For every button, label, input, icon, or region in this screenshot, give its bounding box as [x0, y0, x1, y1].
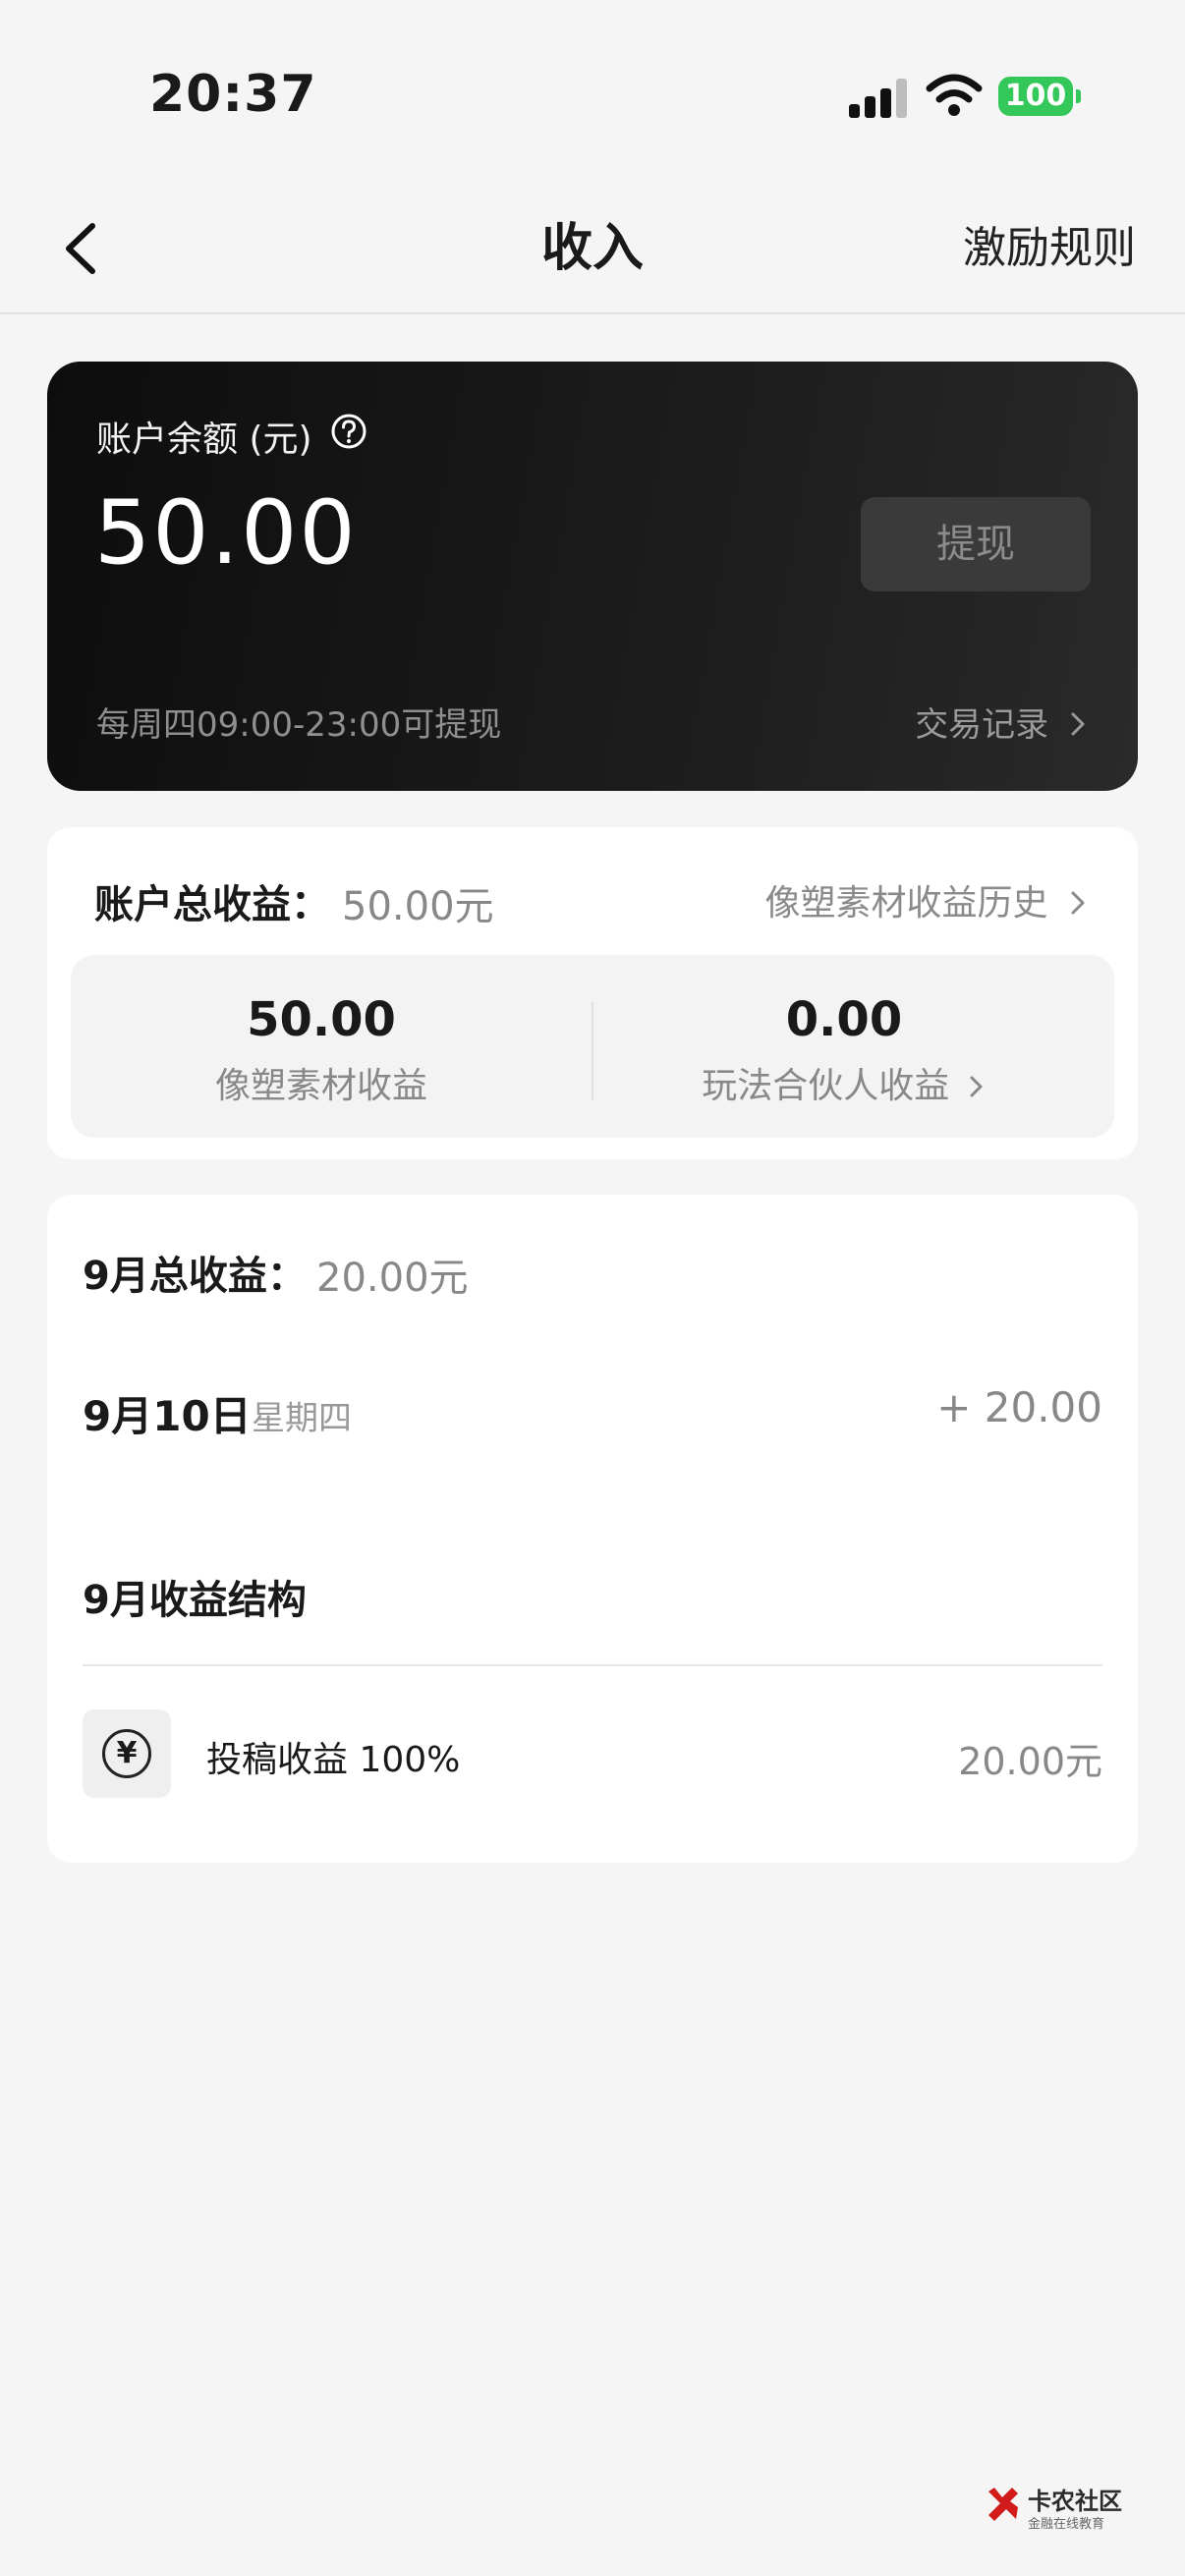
balance-label: 账户余额 (元) [96, 420, 312, 460]
partner-earnings-row: 玩法合伙人收益 [593, 1057, 1095, 1108]
incentive-rules-link[interactable]: 激励规则 [963, 214, 1136, 283]
chevron-right-icon [970, 1076, 983, 1097]
kanong-logo-icon [988, 2488, 1018, 2521]
withdraw-button[interactable]: 提现 [861, 497, 1091, 591]
balance-amount: 50.00 [94, 481, 358, 585]
month-total-label: 9月总收益： [83, 1254, 307, 1299]
total-earnings-card: 账户总收益： 50.00元 像塑素材收益历史 50.00 像塑素材收益 0.00… [47, 827, 1138, 1159]
earnings-history-label: 像塑素材收益历史 [764, 883, 1048, 924]
day-weekday: 星期四 [252, 1399, 352, 1438]
partner-earnings-value: 0.00 [785, 992, 903, 1047]
partner-earnings-label: 玩法合伙人收益 [702, 1066, 950, 1106]
yen-icon-box: ¥ [83, 1709, 171, 1798]
earnings-history-link[interactable]: 像塑素材收益历史 [765, 874, 1089, 925]
chevron-right-icon [1071, 891, 1085, 915]
header: 20:37 100 收入 激励规则 [0, 0, 1185, 314]
earnings-breakdown: 50.00 像塑素材收益 0.00 玩法合伙人收益 [71, 955, 1114, 1138]
transaction-records-label: 交易记录 [915, 705, 1049, 745]
help-icon[interactable] [330, 413, 367, 450]
watermark-title: 卡农社区 [1028, 2488, 1122, 2515]
cellular-signal-icon [849, 77, 908, 118]
watermark: 卡农社区 金融在线教育 [985, 2482, 1132, 2541]
monthly-earnings-card: 9月总收益： 20.00元 9月10日 星期四 + 20.00 9月收益结构 ¥… [47, 1195, 1138, 1863]
structure-item-value: 20.00元 [958, 1740, 1102, 1783]
day-date: 9月10日 [83, 1392, 252, 1440]
total-earnings-label: 账户总收益： [94, 882, 330, 927]
month-total-value: 20.00元 [316, 1256, 469, 1301]
material-earnings-label: 像塑素材收益 [214, 1066, 427, 1106]
material-earnings: 50.00 像塑素材收益 [71, 955, 572, 1108]
yen-icon: ¥ [102, 1729, 151, 1778]
chevron-right-icon [1071, 712, 1085, 736]
wifi-icon [926, 74, 983, 116]
day-amount: + 20.00 [936, 1383, 1102, 1431]
partner-earnings[interactable]: 0.00 玩法合伙人收益 [593, 955, 1095, 1108]
total-earnings-value: 50.00元 [342, 884, 494, 929]
structure-item-label: 投稿收益 100% [206, 1740, 461, 1780]
divider [83, 1664, 1102, 1666]
battery-icon: 100 [998, 77, 1081, 116]
watermark-subtitle: 金融在线教育 [1028, 2517, 1105, 2532]
withdraw-schedule-hint: 每周四09:00-23:00可提现 [96, 705, 502, 745]
structure-title: 9月收益结构 [83, 1578, 307, 1623]
transaction-records-link[interactable]: 交易记录 [915, 698, 1089, 746]
balance-card: 账户余额 (元) 50.00 提现 每周四09:00-23:00可提现 交易记录 [47, 362, 1138, 791]
status-time: 20:37 [149, 65, 317, 124]
material-earnings-value: 50.00 [247, 992, 396, 1047]
